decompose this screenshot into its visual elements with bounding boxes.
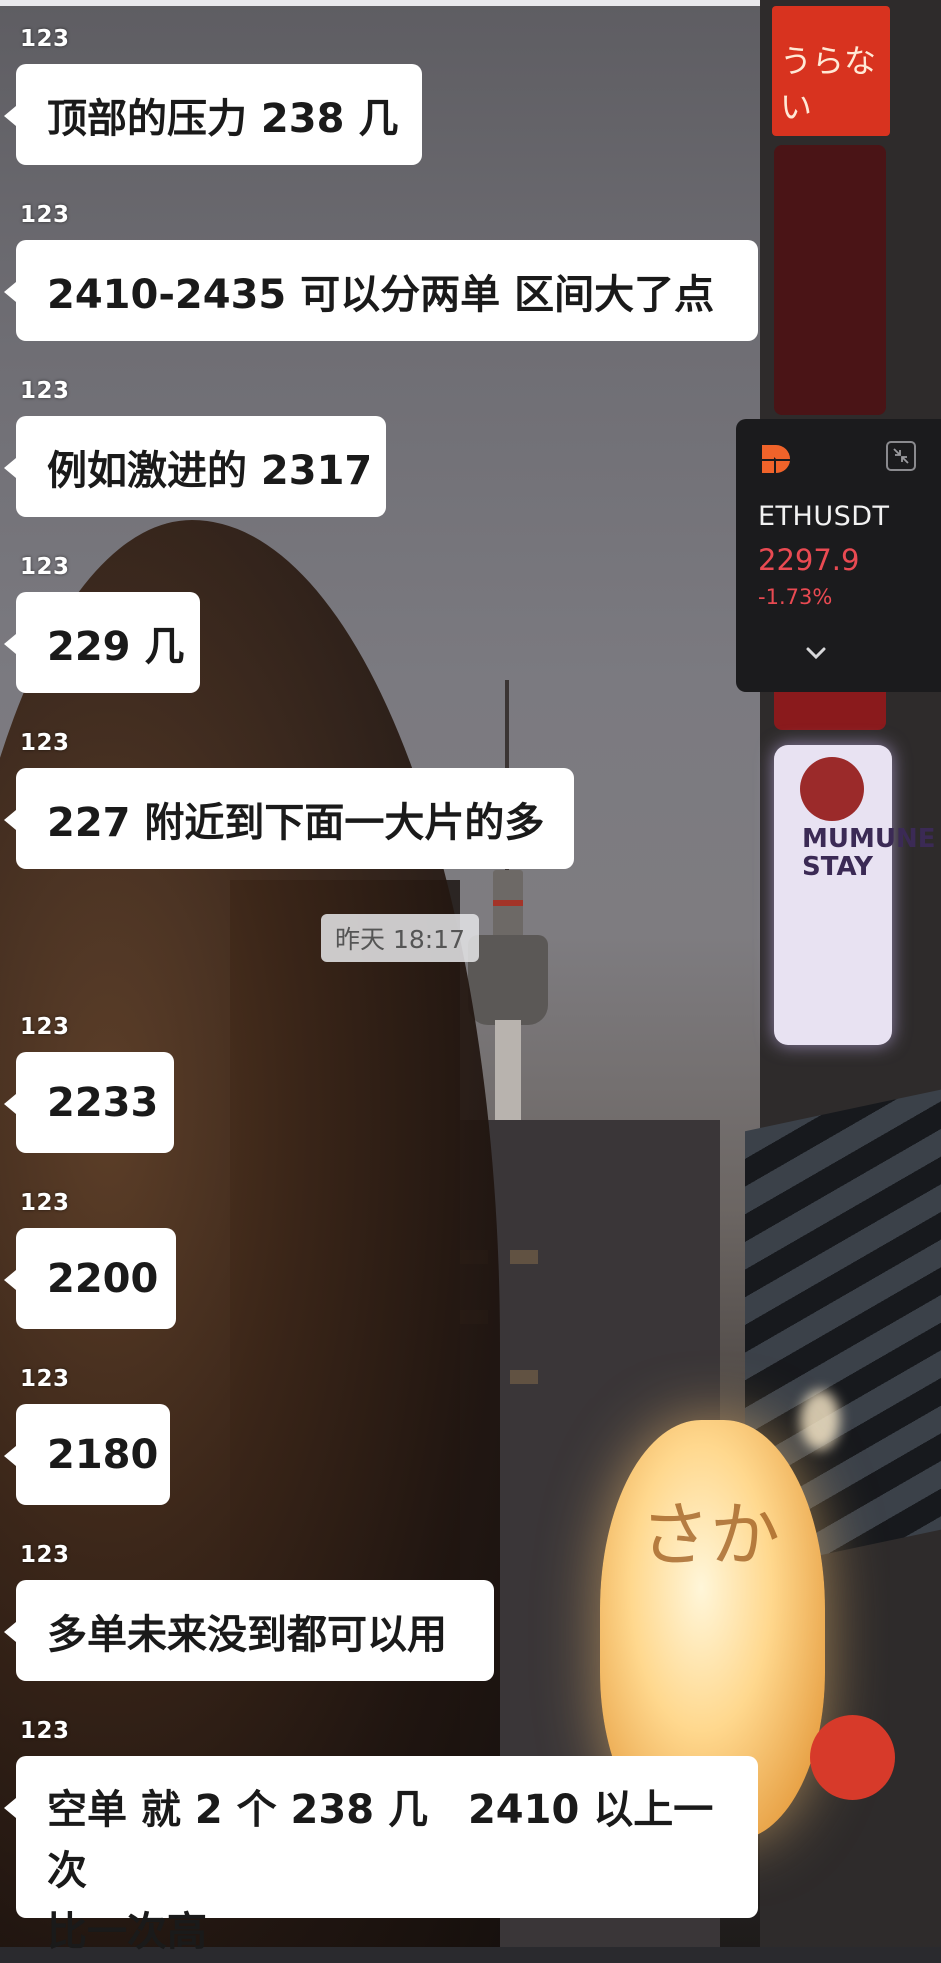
message-bubble[interactable]: 空单 就 2 个 238 几 2410 以上一次 比一次高 (4, 1756, 758, 1955)
message-sender: 123 (20, 1366, 70, 1392)
message-sender: 123 (20, 1014, 70, 1040)
message-bubble[interactable]: 2180 (4, 1404, 170, 1505)
chevron-down-icon[interactable] (800, 641, 832, 665)
tower-band (493, 900, 523, 906)
tower-observatory (468, 935, 548, 1025)
shop-sign-mumune: MUMUNE STAY (774, 745, 936, 1045)
sign-logo-disc (800, 757, 864, 821)
message-bubble[interactable]: 顶部的压力 238 几 (4, 64, 422, 165)
round-red-sign (810, 1715, 895, 1800)
ticker-price: 2297.9 (758, 543, 860, 577)
timestamp-divider: 昨天 18:17 (321, 914, 479, 962)
message-bubble[interactable]: 多单未来没到都可以用 (4, 1580, 494, 1681)
message-sender: 123 (20, 1190, 70, 1216)
message-bubble[interactable]: 2200 (4, 1228, 176, 1329)
ticker-symbol: ETHUSDT (758, 501, 890, 532)
message-sender: 123 (20, 202, 70, 228)
light-glow (800, 1390, 840, 1450)
price-ticker-widget[interactable]: ETHUSDT 2297.9 -1.73% (736, 419, 941, 692)
message-text-line: 比一次高 (47, 1909, 207, 1955)
ticker-change: -1.73% (758, 585, 833, 609)
message-bubble[interactable]: 2233 (4, 1052, 174, 1153)
shop-sign-red: うらない (772, 6, 890, 136)
sign-letters: MUMUNE STAY (802, 824, 936, 882)
message-text-line: 空单 就 2 个 238 几 2410 以上一次 (47, 1787, 714, 1894)
shop-sign-maroon (774, 145, 886, 415)
message-sender: 123 (20, 554, 70, 580)
message-bubble[interactable]: 例如激进的 2317 (4, 416, 386, 517)
message-sender: 123 (20, 1718, 70, 1744)
message-sender: 123 (20, 1542, 70, 1568)
exchange-logo-icon (762, 445, 790, 474)
collapse-icon[interactable] (886, 441, 916, 471)
message-bubble[interactable]: 227 附近到下面一大片的多 (4, 768, 574, 869)
message-bubble[interactable]: 2410-2435 可以分两单 区间大了点 (4, 240, 758, 341)
message-sender: 123 (20, 26, 70, 52)
message-bubble[interactable]: 229 几 (4, 592, 200, 693)
message-sender: 123 (20, 378, 70, 404)
message-sender: 123 (20, 730, 70, 756)
